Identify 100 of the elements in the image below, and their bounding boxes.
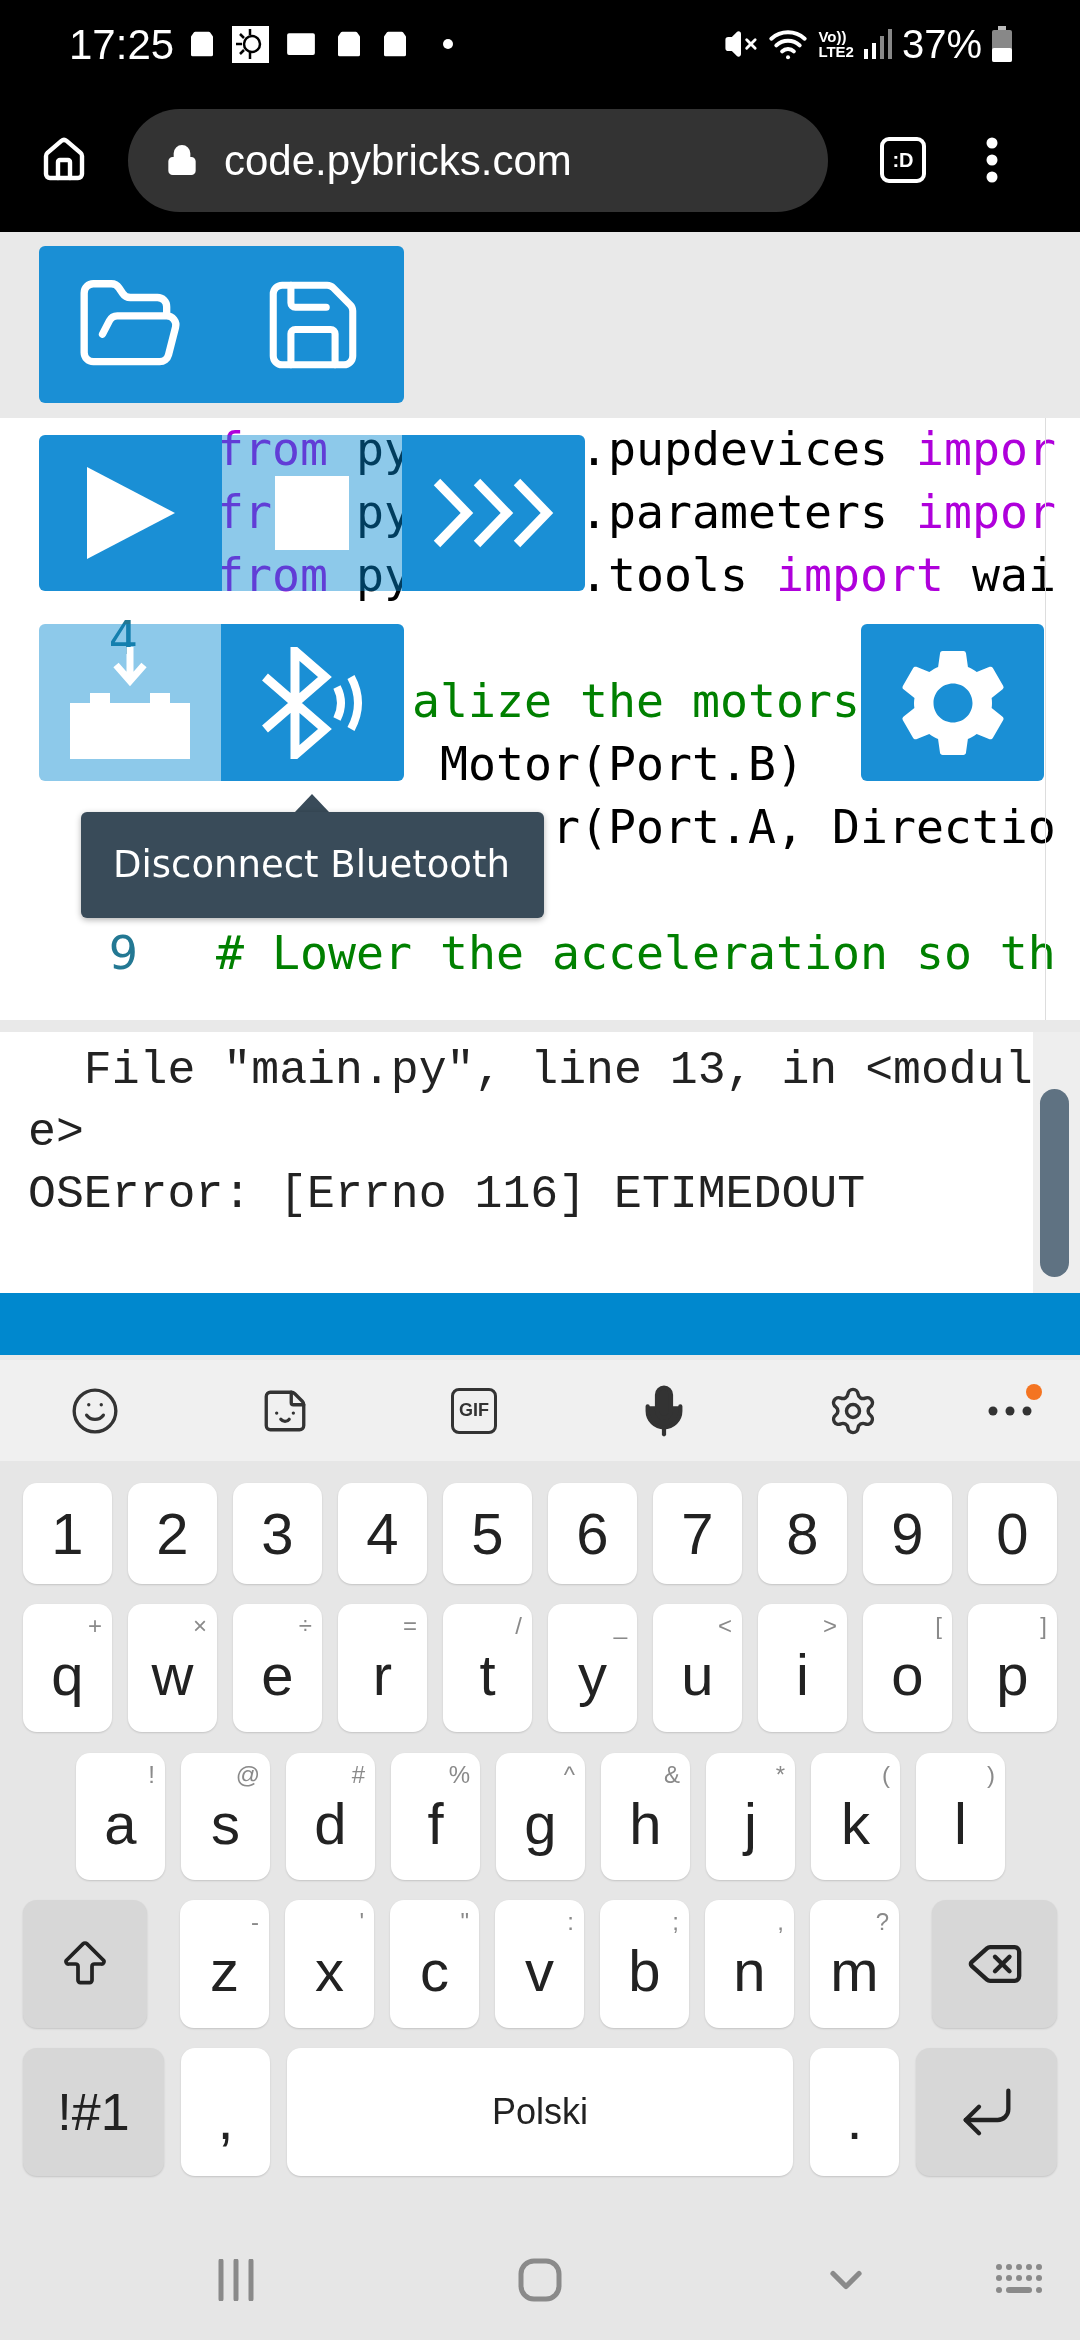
bluetooth-icon: [260, 646, 365, 759]
gif-button[interactable]: GIF: [451, 1387, 497, 1434]
console-line: File "main.py", line 13, in <modul: [82, 1043, 1033, 1099]
space-key[interactable]: Polski: [287, 2048, 793, 2176]
key[interactable]: = r: [338, 1604, 427, 1732]
play-icon: [86, 467, 175, 559]
key-hint: ): [987, 1763, 995, 1787]
key[interactable]: .: [810, 2048, 899, 2176]
url-text: code.pybricks.com: [224, 135, 572, 186]
key-label: r: [372, 1646, 393, 1704]
key-label: m: [830, 1942, 879, 2000]
key[interactable]: < u: [653, 1604, 742, 1732]
key-label: d: [314, 1794, 347, 1853]
more-options-icon[interactable]: [986, 137, 998, 183]
key[interactable]: × w: [128, 1604, 217, 1732]
key[interactable]: # d: [286, 1753, 375, 1880]
key[interactable]: 4: [338, 1483, 427, 1584]
symbols-key[interactable]: !#1: [23, 2048, 164, 2176]
backspace-key[interactable]: [932, 1900, 1057, 2028]
key[interactable]: @ s: [181, 1753, 270, 1880]
signal-icon: [863, 29, 892, 59]
network-label: LTE2: [818, 44, 854, 59]
network-label: Vo)): [818, 29, 848, 44]
key[interactable]: , n: [705, 1900, 794, 2028]
key[interactable]: 5: [443, 1483, 532, 1584]
key[interactable]: " c: [390, 1900, 479, 2028]
key[interactable]: ? m: [810, 1900, 899, 2028]
key[interactable]: 1: [23, 1483, 112, 1584]
key-hint: (: [882, 1763, 890, 1787]
key-hint: ': [359, 1910, 364, 1934]
key[interactable]: [ o: [863, 1604, 952, 1732]
key[interactable]: 7: [653, 1483, 742, 1584]
key-label: b: [628, 1942, 661, 2000]
key[interactable]: 9: [863, 1483, 952, 1584]
key-label: f: [427, 1794, 444, 1853]
key[interactable]: ) l: [916, 1753, 1005, 1880]
key[interactable]: 6: [548, 1483, 637, 1584]
code-text: .tools import wai: [579, 547, 1056, 604]
key[interactable]: ' x: [285, 1900, 374, 2028]
tooltip-arrow: [295, 794, 329, 812]
key[interactable]: + q: [23, 1604, 112, 1732]
key-label: 5: [471, 1504, 504, 1563]
enter-key[interactable]: [916, 2048, 1057, 2176]
key[interactable]: ! a: [76, 1753, 165, 1880]
battery-percent: 37%: [901, 21, 982, 68]
key-hint: ,: [777, 1910, 784, 1934]
key-label: k: [841, 1794, 870, 1853]
key[interactable]: ; b: [600, 1900, 689, 2028]
save-button[interactable]: [221, 246, 404, 403]
open-button[interactable]: [39, 246, 221, 403]
key[interactable]: ^ g: [496, 1753, 585, 1880]
key[interactable]: % f: [391, 1753, 480, 1880]
key-label: i: [796, 1646, 809, 1704]
key[interactable]: > i: [758, 1604, 847, 1732]
key-label: o: [891, 1646, 924, 1704]
key[interactable]: ÷ e: [233, 1604, 322, 1732]
key-label: 8: [786, 1504, 819, 1563]
key-hint: ": [460, 1910, 469, 1934]
key[interactable]: 0: [968, 1483, 1057, 1584]
code-text: r(Port.A, Directio: [551, 799, 1056, 856]
code-text: # Lower the acceleration so th: [216, 925, 1056, 982]
key[interactable]: & h: [601, 1753, 690, 1880]
shift-key[interactable]: [23, 1900, 147, 2028]
key[interactable]: ] p: [968, 1604, 1057, 1732]
key-hint: ^: [563, 1763, 575, 1787]
key[interactable]: 2: [128, 1483, 217, 1584]
stop-icon: [275, 476, 349, 550]
key-hint: [: [935, 1614, 942, 1638]
key-label: 3: [261, 1504, 294, 1563]
settings-button[interactable]: [861, 624, 1044, 781]
console-line: e>: [28, 1105, 85, 1161]
key[interactable]: ( k: [811, 1753, 900, 1880]
recent-apps-icon[interactable]: [217, 2259, 255, 2301]
home-icon[interactable]: [518, 2258, 562, 2302]
key-label: n: [733, 1942, 766, 2000]
key[interactable]: 8: [758, 1483, 847, 1584]
key-hint: /: [515, 1614, 522, 1638]
code-text: .parameters impor: [579, 484, 1056, 541]
key[interactable]: ,: [181, 2048, 270, 2176]
tab-switcher-button[interactable]: :D: [880, 137, 926, 183]
battery-icon: [992, 26, 1012, 62]
scrollbar-thumb[interactable]: [1040, 1089, 1069, 1277]
key-label: x: [315, 1942, 344, 2000]
more-icon[interactable]: [988, 1405, 1032, 1416]
key-label: s: [211, 1794, 240, 1853]
key-label: h: [629, 1794, 662, 1853]
key-hint: %: [448, 1763, 470, 1787]
key[interactable]: : v: [495, 1900, 584, 2028]
address-bar[interactable]: code.pybricks.com: [128, 108, 828, 212]
code-text: .pupdevices impor: [579, 421, 1056, 478]
key[interactable]: - z: [180, 1900, 269, 2028]
key[interactable]: / t: [443, 1604, 532, 1732]
bluetooth-button[interactable]: [221, 624, 404, 781]
key-hint: ]: [1040, 1614, 1047, 1638]
key-label: a: [104, 1794, 137, 1853]
key[interactable]: 3: [233, 1483, 322, 1584]
line-number: 9: [108, 926, 138, 980]
key[interactable]: * j: [706, 1753, 795, 1880]
key[interactable]: _ y: [548, 1604, 637, 1732]
key-hint: +: [88, 1614, 102, 1638]
